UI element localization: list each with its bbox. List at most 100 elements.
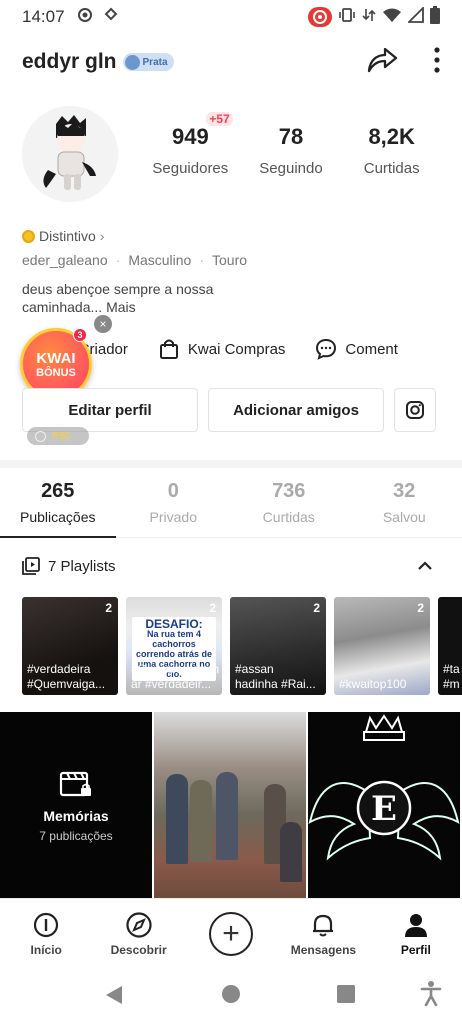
add-friends-button[interactable]: Adicionar amigos <box>208 388 384 432</box>
meta-separator: · <box>115 252 121 268</box>
distintivo-label: Distintivo <box>39 228 96 244</box>
home-circle-icon[interactable] <box>221 984 241 1009</box>
playlist-card[interactable]: 2 #assan hadinha #Rai... <box>230 597 326 695</box>
back-icon[interactable] <box>104 984 124 1011</box>
profile-meta: eder_galeano · Masculino · Touro <box>22 252 247 268</box>
chevron-up-icon[interactable] <box>418 558 440 575</box>
playlist-card[interactable]: 2 #kwaitop100 <box>334 597 430 695</box>
playlist-card[interactable]: 2 #verdadeira #Quemvaiga... <box>22 597 118 695</box>
bell-icon <box>313 914 334 936</box>
tab-label: Privado <box>149 509 197 525</box>
distintivo-coin-icon <box>22 229 35 243</box>
tab-label: Publicações <box>20 509 96 525</box>
new-followers-badge: +57 <box>206 112 233 126</box>
memories-tile[interactable]: Memórias 7 publicações <box>0 712 152 898</box>
stat-following[interactable]: 78 Seguindo <box>241 124 342 177</box>
nav-label: Perfil <box>400 942 431 957</box>
comment-icon <box>316 338 337 360</box>
tab-saved[interactable]: 32 Salvou <box>347 480 462 537</box>
memories-title: Memórias <box>43 807 109 824</box>
instagram-button[interactable] <box>394 388 436 432</box>
chevron-right-icon: › <box>99 228 105 244</box>
stat-label: Seguidores <box>152 160 229 177</box>
playlist-count: 2 <box>313 601 320 615</box>
battery-icon <box>430 5 440 29</box>
compass-icon <box>126 911 152 938</box>
avatar[interactable] <box>22 106 118 202</box>
profile-gender: Masculino <box>128 252 192 268</box>
profile-handle: eder_galeano <box>22 252 108 268</box>
playlist-caption: #verdadeira #Quemvaiga... <box>27 662 106 691</box>
profile-bio: deus abençoe sempre a nossa caminhada...… <box>22 280 262 316</box>
tab-likes[interactable]: 736 Curtidas <box>231 480 347 537</box>
playlist-caption: #assan hadinha #Rai... <box>235 662 316 691</box>
recents-icon[interactable] <box>336 984 356 1009</box>
close-icon[interactable]: × <box>94 315 112 333</box>
stat-likes[interactable]: 8,2K Curtidas <box>341 124 442 177</box>
kwai-shop-link[interactable]: Kwai Compras <box>158 338 285 360</box>
tab-count: 265 <box>41 480 75 502</box>
nav-create[interactable]: + <box>185 899 277 968</box>
playlist-card[interactable]: 2 DESAFIO: Na rua tem 4 cachorros corrend… <box>126 597 222 695</box>
nav-home[interactable]: Início <box>0 899 92 968</box>
edit-profile-button[interactable]: Editar perfil <box>22 388 198 432</box>
stat-label: Curtidas <box>363 160 420 177</box>
badge-medal-icon <box>124 54 140 70</box>
stat-value: 949 <box>171 124 209 149</box>
stat-followers[interactable]: 949 +57 Seguidores <box>140 112 241 177</box>
distintivo-link[interactable]: Distintivo › <box>22 228 104 244</box>
nav-profile[interactable]: Perfil <box>370 899 462 968</box>
comments-link-label: Coment <box>345 340 398 358</box>
more-menu-icon[interactable] <box>434 46 440 78</box>
photo-person <box>216 772 238 860</box>
nav-label: Mensagens <box>290 942 357 957</box>
tab-label: Salvou <box>382 509 426 525</box>
screen-record-icon <box>308 7 332 27</box>
posts-grid: Memórias 7 publicações E <box>0 712 462 898</box>
kwai-bonus-label: KWAI <box>36 349 76 367</box>
home-icon <box>34 912 59 937</box>
bio-line: caminhada... <box>22 299 103 315</box>
playlists-header[interactable]: 7 Playlists <box>22 552 440 580</box>
comments-link[interactable]: Coment <box>315 338 398 360</box>
playlist-caption: #kwaitop100 <box>339 677 407 691</box>
nav-label: Início <box>30 942 62 957</box>
accessibility-icon[interactable] <box>420 980 442 1011</box>
kwai-bonus-count: 3 <box>73 328 87 342</box>
nav-messages[interactable]: Mensagens <box>277 899 369 968</box>
stat-value: 78 <box>278 124 304 149</box>
tab-count: 32 <box>393 480 416 502</box>
tab-posts[interactable]: 265 Publicações <box>0 480 116 538</box>
coin-icon <box>35 430 46 442</box>
playlist-count: 2 <box>209 601 216 615</box>
photo-person <box>280 822 302 882</box>
rank-badge[interactable]: Prata <box>122 53 174 71</box>
playlist-count: 2 <box>105 601 112 615</box>
status-bar: 14:07 <box>0 0 462 34</box>
memories-subtitle: 7 publicações <box>39 828 113 843</box>
profile-sign: Touro <box>212 252 248 268</box>
playlists-title: 7 Playlists <box>48 557 116 575</box>
bottom-nav: Início Descobrir + Mensagens Perfil <box>0 898 462 968</box>
badge-label: Prata <box>142 56 168 68</box>
playlist-caption: #ta #m <box>443 662 460 691</box>
memories-icon <box>59 771 91 796</box>
nav-discover[interactable]: Descobrir <box>92 899 184 968</box>
playlist-card[interactable]: #ta #m <box>438 597 462 695</box>
post-thumbnail[interactable]: E <box>308 712 460 898</box>
data-arrows-icon <box>362 7 376 28</box>
stat-label: Seguindo <box>259 160 323 177</box>
profile-actions: Editar perfil Adicionar amigos <box>22 388 440 432</box>
tab-private[interactable]: 0 Privado <box>116 480 232 537</box>
tab-count: 0 <box>167 480 179 502</box>
playlist-caption: #Quemvaigannh ar #verdadeir... <box>131 662 219 691</box>
bio-line: deus abençoe sempre a nossa <box>22 281 214 297</box>
bio-more-link[interactable]: Mais <box>106 299 136 315</box>
photo-person <box>190 780 212 862</box>
nav-label: Descobrir <box>110 942 167 957</box>
post-thumbnail[interactable] <box>154 712 306 898</box>
profile-header: eddyr gln Prata <box>22 40 440 84</box>
share-icon[interactable] <box>366 45 398 80</box>
tab-label: Curtidas <box>262 509 315 525</box>
content-tabs: 265 Publicações 0 Privado 736 Curtidas 3… <box>0 480 462 538</box>
